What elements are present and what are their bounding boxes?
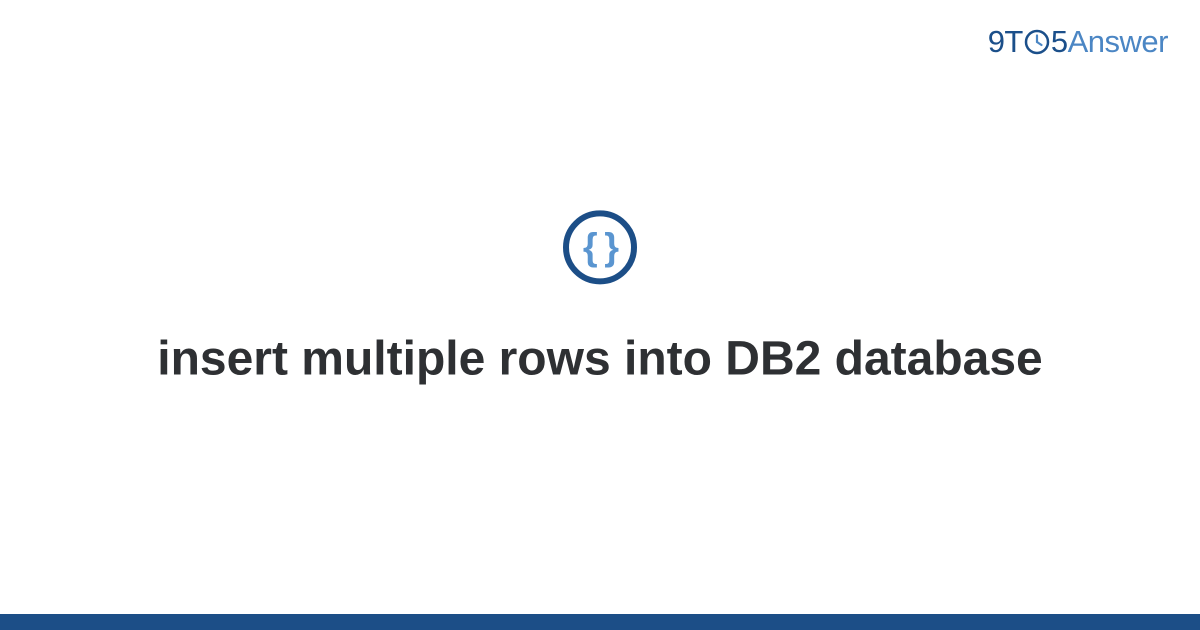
braces-glyph: { } [583,228,617,266]
page-title: insert multiple rows into DB2 database [157,328,1043,390]
footer-accent-bar [0,614,1200,630]
clock-icon [1024,29,1050,55]
site-logo[interactable]: 9T 5 Answer [988,24,1168,60]
logo-suffix: Answer [1068,24,1168,60]
logo-middle: 5 [1051,24,1068,60]
main-content: { } insert multiple rows into DB2 databa… [0,210,1200,390]
code-braces-icon: { } [563,210,637,284]
logo-prefix: 9T [988,24,1023,60]
